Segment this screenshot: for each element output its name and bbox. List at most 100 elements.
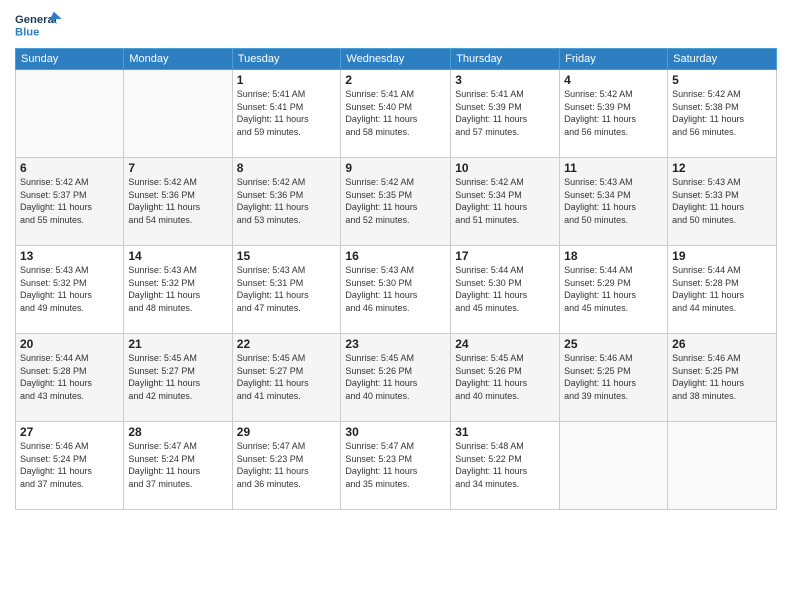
day-number: 19 — [672, 249, 772, 263]
calendar-day-cell: 31Sunrise: 5:48 AM Sunset: 5:22 PM Dayli… — [451, 422, 560, 510]
calendar-day-cell: 30Sunrise: 5:47 AM Sunset: 5:23 PM Dayli… — [341, 422, 451, 510]
day-number: 31 — [455, 425, 555, 439]
day-number: 29 — [237, 425, 337, 439]
calendar-day-cell: 23Sunrise: 5:45 AM Sunset: 5:26 PM Dayli… — [341, 334, 451, 422]
calendar-day-cell: 22Sunrise: 5:45 AM Sunset: 5:27 PM Dayli… — [232, 334, 341, 422]
calendar-day-cell: 24Sunrise: 5:45 AM Sunset: 5:26 PM Dayli… — [451, 334, 560, 422]
day-number: 15 — [237, 249, 337, 263]
weekday-header-monday: Monday — [124, 49, 232, 70]
calendar-day-cell — [124, 70, 232, 158]
calendar-day-cell: 13Sunrise: 5:43 AM Sunset: 5:32 PM Dayli… — [16, 246, 124, 334]
calendar-day-cell: 20Sunrise: 5:44 AM Sunset: 5:28 PM Dayli… — [16, 334, 124, 422]
calendar-day-cell: 7Sunrise: 5:42 AM Sunset: 5:36 PM Daylig… — [124, 158, 232, 246]
day-number: 7 — [128, 161, 227, 175]
day-info: Sunrise: 5:45 AM Sunset: 5:27 PM Dayligh… — [128, 352, 227, 402]
day-number: 25 — [564, 337, 663, 351]
day-info: Sunrise: 5:43 AM Sunset: 5:32 PM Dayligh… — [20, 264, 119, 314]
calendar-header-row: SundayMondayTuesdayWednesdayThursdayFrid… — [16, 49, 777, 70]
day-number: 14 — [128, 249, 227, 263]
calendar-day-cell: 26Sunrise: 5:46 AM Sunset: 5:25 PM Dayli… — [668, 334, 777, 422]
day-info: Sunrise: 5:43 AM Sunset: 5:31 PM Dayligh… — [237, 264, 337, 314]
day-number: 12 — [672, 161, 772, 175]
calendar-day-cell: 6Sunrise: 5:42 AM Sunset: 5:37 PM Daylig… — [16, 158, 124, 246]
calendar-table: SundayMondayTuesdayWednesdayThursdayFrid… — [15, 48, 777, 510]
day-info: Sunrise: 5:42 AM Sunset: 5:35 PM Dayligh… — [345, 176, 446, 226]
day-info: Sunrise: 5:42 AM Sunset: 5:36 PM Dayligh… — [128, 176, 227, 226]
day-number: 11 — [564, 161, 663, 175]
day-info: Sunrise: 5:42 AM Sunset: 5:37 PM Dayligh… — [20, 176, 119, 226]
day-number: 10 — [455, 161, 555, 175]
day-info: Sunrise: 5:46 AM Sunset: 5:25 PM Dayligh… — [672, 352, 772, 402]
calendar-week-row: 20Sunrise: 5:44 AM Sunset: 5:28 PM Dayli… — [16, 334, 777, 422]
calendar-day-cell — [668, 422, 777, 510]
svg-text:Blue: Blue — [15, 26, 39, 38]
day-info: Sunrise: 5:43 AM Sunset: 5:33 PM Dayligh… — [672, 176, 772, 226]
calendar-week-row: 13Sunrise: 5:43 AM Sunset: 5:32 PM Dayli… — [16, 246, 777, 334]
day-info: Sunrise: 5:41 AM Sunset: 5:40 PM Dayligh… — [345, 88, 446, 138]
weekday-header-wednesday: Wednesday — [341, 49, 451, 70]
day-info: Sunrise: 5:45 AM Sunset: 5:27 PM Dayligh… — [237, 352, 337, 402]
calendar-week-row: 1Sunrise: 5:41 AM Sunset: 5:41 PM Daylig… — [16, 70, 777, 158]
day-info: Sunrise: 5:44 AM Sunset: 5:28 PM Dayligh… — [672, 264, 772, 314]
day-number: 24 — [455, 337, 555, 351]
weekday-header-friday: Friday — [560, 49, 668, 70]
day-info: Sunrise: 5:41 AM Sunset: 5:41 PM Dayligh… — [237, 88, 337, 138]
day-number: 1 — [237, 73, 337, 87]
day-number: 18 — [564, 249, 663, 263]
calendar-day-cell: 1Sunrise: 5:41 AM Sunset: 5:41 PM Daylig… — [232, 70, 341, 158]
day-info: Sunrise: 5:44 AM Sunset: 5:29 PM Dayligh… — [564, 264, 663, 314]
calendar-day-cell: 21Sunrise: 5:45 AM Sunset: 5:27 PM Dayli… — [124, 334, 232, 422]
page-header: GeneralBlue — [15, 10, 777, 42]
day-number: 4 — [564, 73, 663, 87]
calendar-day-cell: 27Sunrise: 5:46 AM Sunset: 5:24 PM Dayli… — [16, 422, 124, 510]
day-number: 23 — [345, 337, 446, 351]
calendar-day-cell: 2Sunrise: 5:41 AM Sunset: 5:40 PM Daylig… — [341, 70, 451, 158]
day-number: 21 — [128, 337, 227, 351]
day-info: Sunrise: 5:46 AM Sunset: 5:24 PM Dayligh… — [20, 440, 119, 490]
day-number: 6 — [20, 161, 119, 175]
calendar-week-row: 27Sunrise: 5:46 AM Sunset: 5:24 PM Dayli… — [16, 422, 777, 510]
calendar-day-cell: 17Sunrise: 5:44 AM Sunset: 5:30 PM Dayli… — [451, 246, 560, 334]
calendar-day-cell: 28Sunrise: 5:47 AM Sunset: 5:24 PM Dayli… — [124, 422, 232, 510]
calendar-day-cell: 15Sunrise: 5:43 AM Sunset: 5:31 PM Dayli… — [232, 246, 341, 334]
weekday-header-saturday: Saturday — [668, 49, 777, 70]
weekday-header-sunday: Sunday — [16, 49, 124, 70]
calendar-day-cell: 29Sunrise: 5:47 AM Sunset: 5:23 PM Dayli… — [232, 422, 341, 510]
day-number: 17 — [455, 249, 555, 263]
calendar-day-cell: 4Sunrise: 5:42 AM Sunset: 5:39 PM Daylig… — [560, 70, 668, 158]
calendar-day-cell — [16, 70, 124, 158]
calendar-day-cell: 25Sunrise: 5:46 AM Sunset: 5:25 PM Dayli… — [560, 334, 668, 422]
day-info: Sunrise: 5:45 AM Sunset: 5:26 PM Dayligh… — [345, 352, 446, 402]
day-number: 5 — [672, 73, 772, 87]
svg-text:General: General — [15, 14, 57, 26]
calendar-day-cell: 8Sunrise: 5:42 AM Sunset: 5:36 PM Daylig… — [232, 158, 341, 246]
day-number: 30 — [345, 425, 446, 439]
day-info: Sunrise: 5:46 AM Sunset: 5:25 PM Dayligh… — [564, 352, 663, 402]
day-info: Sunrise: 5:47 AM Sunset: 5:23 PM Dayligh… — [237, 440, 337, 490]
day-number: 16 — [345, 249, 446, 263]
calendar-day-cell: 10Sunrise: 5:42 AM Sunset: 5:34 PM Dayli… — [451, 158, 560, 246]
day-info: Sunrise: 5:45 AM Sunset: 5:26 PM Dayligh… — [455, 352, 555, 402]
day-info: Sunrise: 5:44 AM Sunset: 5:28 PM Dayligh… — [20, 352, 119, 402]
day-number: 28 — [128, 425, 227, 439]
day-info: Sunrise: 5:41 AM Sunset: 5:39 PM Dayligh… — [455, 88, 555, 138]
calendar-day-cell: 19Sunrise: 5:44 AM Sunset: 5:28 PM Dayli… — [668, 246, 777, 334]
day-info: Sunrise: 5:43 AM Sunset: 5:32 PM Dayligh… — [128, 264, 227, 314]
day-info: Sunrise: 5:48 AM Sunset: 5:22 PM Dayligh… — [455, 440, 555, 490]
day-number: 22 — [237, 337, 337, 351]
day-number: 20 — [20, 337, 119, 351]
day-number: 9 — [345, 161, 446, 175]
calendar-day-cell: 18Sunrise: 5:44 AM Sunset: 5:29 PM Dayli… — [560, 246, 668, 334]
calendar-day-cell — [560, 422, 668, 510]
day-number: 2 — [345, 73, 446, 87]
calendar-day-cell: 9Sunrise: 5:42 AM Sunset: 5:35 PM Daylig… — [341, 158, 451, 246]
calendar-day-cell: 16Sunrise: 5:43 AM Sunset: 5:30 PM Dayli… — [341, 246, 451, 334]
day-info: Sunrise: 5:42 AM Sunset: 5:34 PM Dayligh… — [455, 176, 555, 226]
day-number: 13 — [20, 249, 119, 263]
day-info: Sunrise: 5:42 AM Sunset: 5:36 PM Dayligh… — [237, 176, 337, 226]
day-info: Sunrise: 5:42 AM Sunset: 5:39 PM Dayligh… — [564, 88, 663, 138]
calendar-day-cell: 3Sunrise: 5:41 AM Sunset: 5:39 PM Daylig… — [451, 70, 560, 158]
calendar-day-cell: 5Sunrise: 5:42 AM Sunset: 5:38 PM Daylig… — [668, 70, 777, 158]
calendar-day-cell: 14Sunrise: 5:43 AM Sunset: 5:32 PM Dayli… — [124, 246, 232, 334]
day-number: 3 — [455, 73, 555, 87]
